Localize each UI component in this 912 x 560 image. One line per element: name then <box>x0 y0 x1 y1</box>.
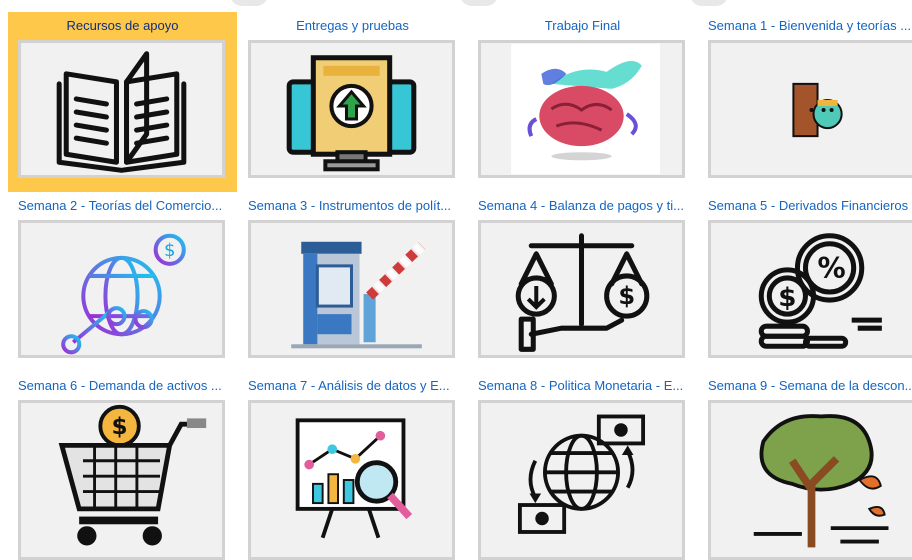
tile-title[interactable]: Semana 5 - Derivados Financieros <box>698 198 912 213</box>
tile-image[interactable]: $ % <box>708 220 912 358</box>
upload-computer-icon <box>286 55 417 172</box>
tile-semana-6[interactable]: Semana 6 - Demanda de activos ... $ <box>8 372 237 560</box>
tile-title[interactable]: Entregas y pruebas <box>238 18 467 33</box>
tile-title[interactable]: Recursos de apoyo <box>8 18 237 33</box>
tile-image[interactable]: $ <box>18 220 225 358</box>
tile-image[interactable] <box>478 400 685 560</box>
tile-image[interactable]: $ <box>478 220 685 358</box>
tile-entregas-y-pruebas[interactable]: Entregas y pruebas <box>238 12 467 192</box>
tile-semana-2[interactable]: Semana 2 - Teorías del Comercio... $ <box>8 192 237 372</box>
svg-text:$: $ <box>112 414 128 440</box>
tile-image[interactable] <box>708 40 912 178</box>
balance-scale-dollar-icon: $ <box>515 233 650 352</box>
tile-semana-1[interactable]: Semana 1 - Bienvenida y teorías ... <box>698 12 912 192</box>
tile-semana-9[interactable]: Semana 9 - Semana de la descon... <box>698 372 912 560</box>
tree-wind-icon <box>753 414 889 548</box>
tile-title[interactable]: Trabajo Final <box>468 18 697 33</box>
global-network-dollar-icon: $ <box>61 233 186 355</box>
tile-trabajo-final[interactable]: Trabajo Final <box>468 12 697 192</box>
tile-image[interactable] <box>708 400 912 560</box>
globe-money-exchange-icon <box>517 414 646 534</box>
tile-image[interactable] <box>248 40 455 178</box>
tile-semana-8[interactable]: Semana 8 - Politica Monetaria - E... <box>468 372 697 560</box>
tile-semana-7[interactable]: Semana 7 - Análisis de datos y E... <box>238 372 467 560</box>
tile-title[interactable]: Semana 2 - Teorías del Comercio... <box>8 198 237 213</box>
brain-map-icon <box>511 43 660 175</box>
tile-image[interactable] <box>248 400 455 560</box>
tile-title[interactable]: Semana 3 - Instrumentos de polít... <box>238 198 467 213</box>
svg-text:$: $ <box>618 282 635 310</box>
toll-booth-barrier-icon <box>291 241 426 349</box>
tile-recursos-de-apoyo[interactable]: Recursos de apoyo <box>8 12 237 192</box>
top-partial-strip <box>0 0 912 10</box>
coins-percent-icon: $ % <box>758 233 882 349</box>
open-book-icon <box>56 51 187 173</box>
tile-title[interactable]: Semana 1 - Bienvenida y teorías ... <box>698 18 912 33</box>
data-analysis-board-icon <box>295 418 413 539</box>
tile-image[interactable]: $ <box>18 400 225 560</box>
tile-semana-4[interactable]: Semana 4 - Balanza de pagos y ti... $ <box>468 192 697 372</box>
svg-text:$: $ <box>778 283 796 313</box>
svg-text:%: % <box>818 252 846 285</box>
tile-image[interactable] <box>18 40 225 178</box>
tile-title[interactable]: Semana 4 - Balanza de pagos y ti... <box>468 198 697 213</box>
svg-text:$: $ <box>164 240 176 261</box>
tile-image[interactable] <box>478 40 685 178</box>
tile-semana-3[interactable]: Semana 3 - Instrumentos de polít... <box>238 192 467 372</box>
tile-title[interactable]: Semana 9 - Semana de la descon... <box>698 378 912 393</box>
door-welcome-icon <box>792 82 843 138</box>
shopping-cart-dollar-icon: $ <box>58 404 207 546</box>
tile-title[interactable]: Semana 6 - Demanda de activos ... <box>8 378 237 393</box>
tile-semana-5[interactable]: Semana 5 - Derivados Financieros $ % <box>698 192 912 372</box>
tile-title[interactable]: Semana 7 - Análisis de datos y E... <box>238 378 467 393</box>
tile-image[interactable] <box>248 220 455 358</box>
tile-title[interactable]: Semana 8 - Politica Monetaria - E... <box>468 378 697 393</box>
